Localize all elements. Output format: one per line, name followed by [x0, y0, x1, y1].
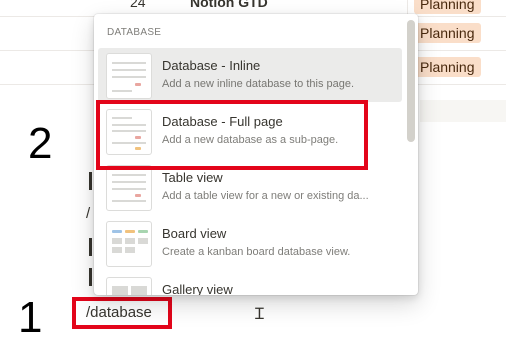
menu-item-title: Gallery view	[162, 282, 233, 295]
text-cursor-bar	[89, 268, 92, 286]
text-cursor-bar	[89, 172, 92, 190]
menu-scrollbar[interactable]	[407, 20, 415, 142]
board-view-icon	[106, 221, 152, 267]
slash-char: /	[86, 205, 91, 222]
text-cursor-bar	[89, 238, 92, 256]
database-inline-icon	[106, 53, 152, 99]
status-tag[interactable]: Planning	[414, 0, 481, 14]
menu-item-desc: Add a new inline database to this page.	[162, 78, 355, 90]
menu-item-board-view[interactable]: Board view Create a kanban board databas…	[98, 216, 402, 270]
highlight-command	[72, 297, 172, 329]
status-tag[interactable]: Planning	[414, 57, 481, 77]
highlight-database-full-page	[96, 100, 368, 170]
menu-item-title: Database - Inline	[162, 58, 261, 73]
menu-item-title: Table view	[162, 170, 223, 185]
step-1-label: 1	[18, 293, 43, 342]
row-name[interactable]: Notion GTD	[190, 0, 268, 10]
background-block	[420, 100, 506, 122]
menu-item-desc: Create a kanban board database view.	[162, 246, 351, 258]
table-view-icon	[106, 165, 152, 211]
ibeam-cursor-icon: Ɪ	[255, 304, 264, 323]
gallery-view-icon	[106, 277, 152, 295]
menu-section-header: DATABASE	[107, 27, 162, 38]
status-tag[interactable]: Planning	[414, 23, 481, 43]
menu-item-title: Board view	[162, 226, 227, 241]
step-2-label: 2	[28, 119, 53, 168]
menu-item-database-inline[interactable]: Database - Inline Add a new inline datab…	[98, 48, 402, 102]
menu-item-gallery-view[interactable]: Gallery view	[98, 272, 402, 295]
menu-item-desc: Add a table view for a new or existing d…	[162, 190, 369, 202]
row-number: 24	[130, 0, 146, 10]
